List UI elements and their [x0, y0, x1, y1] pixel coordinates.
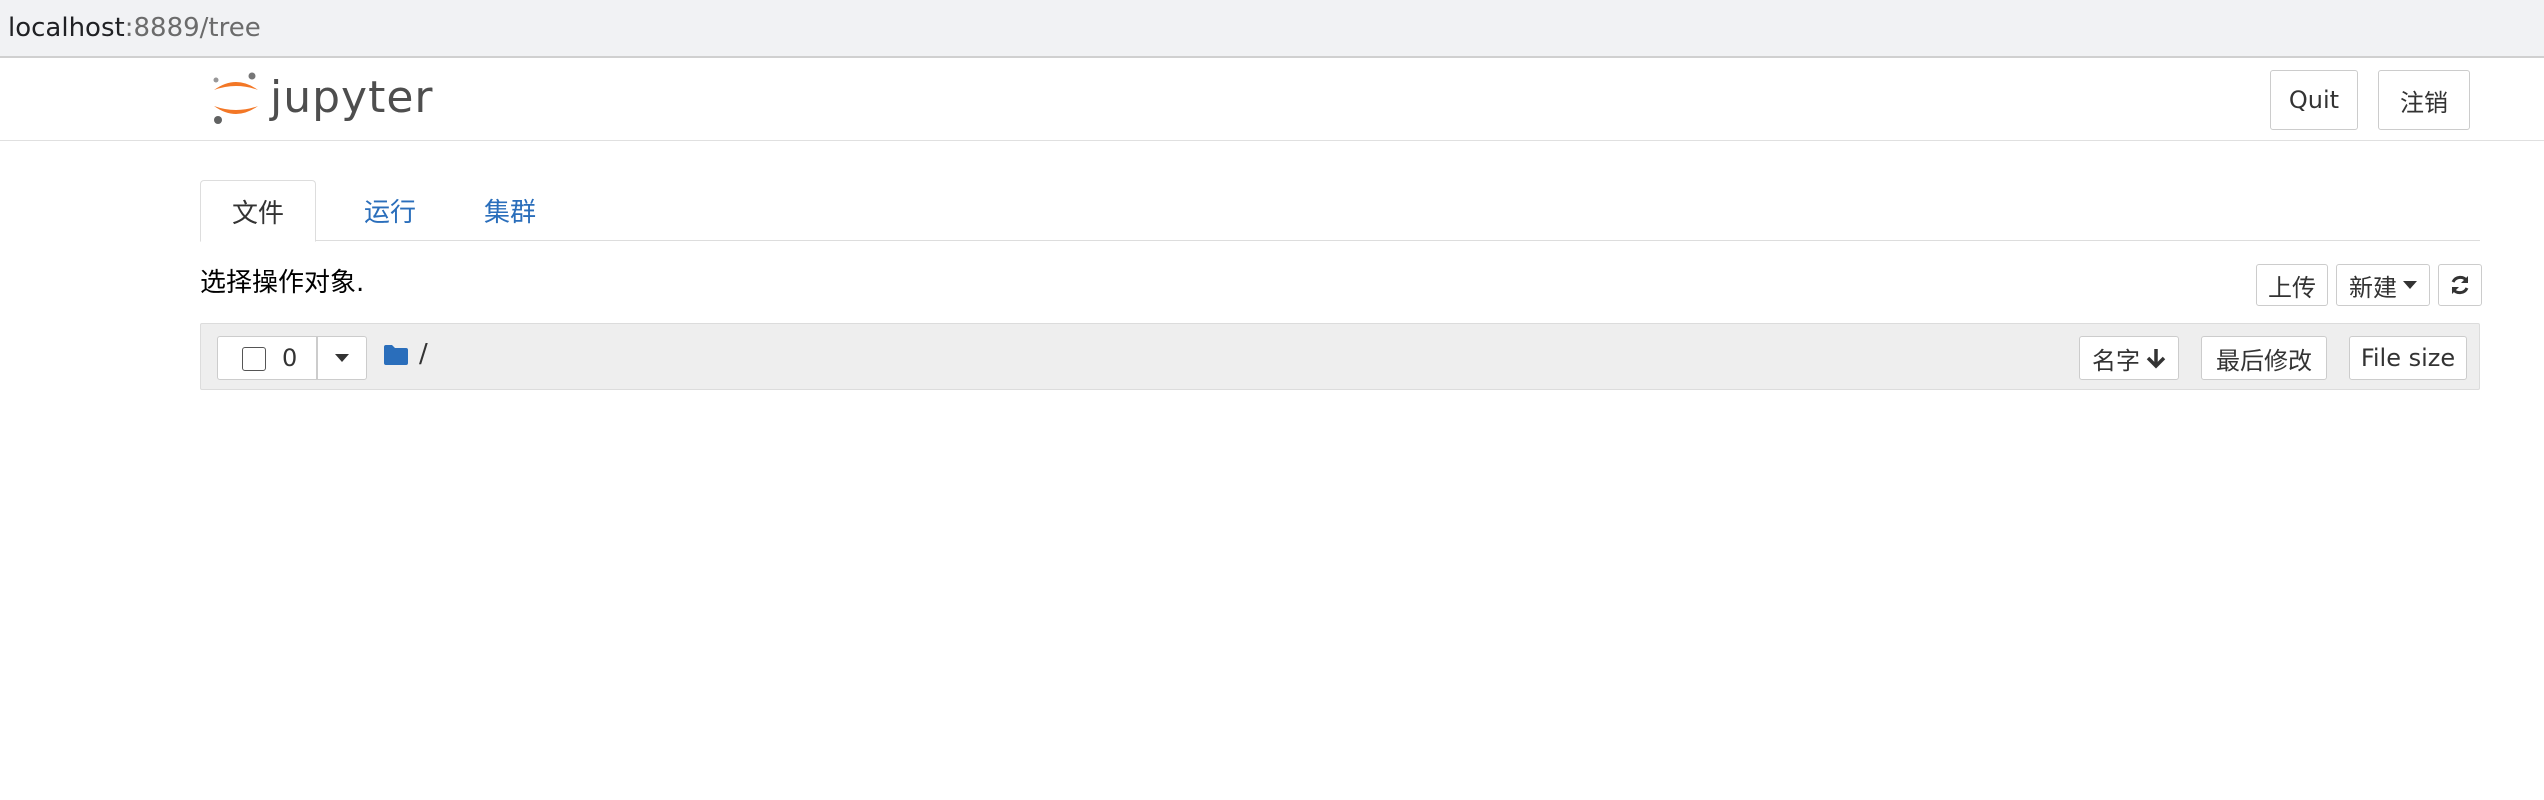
selected-count: 0 — [282, 344, 298, 372]
sort-by-size-button[interactable]: File size — [2349, 336, 2467, 380]
sort-by-name-button[interactable]: 名字 — [2079, 336, 2179, 380]
selection-control: 0 — [217, 336, 367, 380]
header: jupyter Quit 注销 — [0, 60, 2544, 141]
refresh-icon — [2451, 275, 2469, 295]
breadcrumb-root[interactable]: / — [419, 336, 428, 372]
file-list-header: 0 / 名字 最后修改 File size — [200, 323, 2480, 390]
sort-by-modified-button[interactable]: 最后修改 — [2201, 336, 2327, 380]
selection-menu-button[interactable] — [318, 337, 366, 379]
jupyter-logo-icon — [213, 72, 258, 124]
upload-button[interactable]: 上传 — [2256, 264, 2328, 306]
select-instruction: 选择操作对象. — [200, 268, 365, 298]
url-path: :8889/tree — [124, 13, 261, 43]
quit-button[interactable]: Quit — [2270, 70, 2358, 130]
folder-icon — [384, 345, 408, 365]
logo-text: jupyter — [270, 72, 434, 123]
new-dropdown-button[interactable]: 新建 — [2336, 264, 2430, 306]
tab-running[interactable]: 运行 — [320, 180, 460, 241]
tab-clusters[interactable]: 集群 — [440, 180, 580, 241]
caret-down-icon — [2403, 281, 2417, 289]
tab-bar: 文件 运行 集群 — [200, 180, 2480, 242]
sort-name-label: 名字 — [2092, 346, 2140, 375]
new-button-label: 新建 — [2349, 273, 2397, 302]
jupyter-logo[interactable]: jupyter — [208, 68, 433, 128]
arrow-down-icon — [2146, 349, 2166, 369]
caret-down-icon — [335, 354, 349, 362]
logout-button[interactable]: 注销 — [2378, 70, 2470, 130]
tab-files[interactable]: 文件 — [200, 180, 316, 242]
url-host: localhost — [8, 13, 125, 43]
address-bar[interactable]: localhost:8889/tree — [0, 0, 2544, 58]
select-all-checkbox[interactable] — [242, 347, 266, 371]
refresh-button[interactable] — [2438, 264, 2482, 306]
